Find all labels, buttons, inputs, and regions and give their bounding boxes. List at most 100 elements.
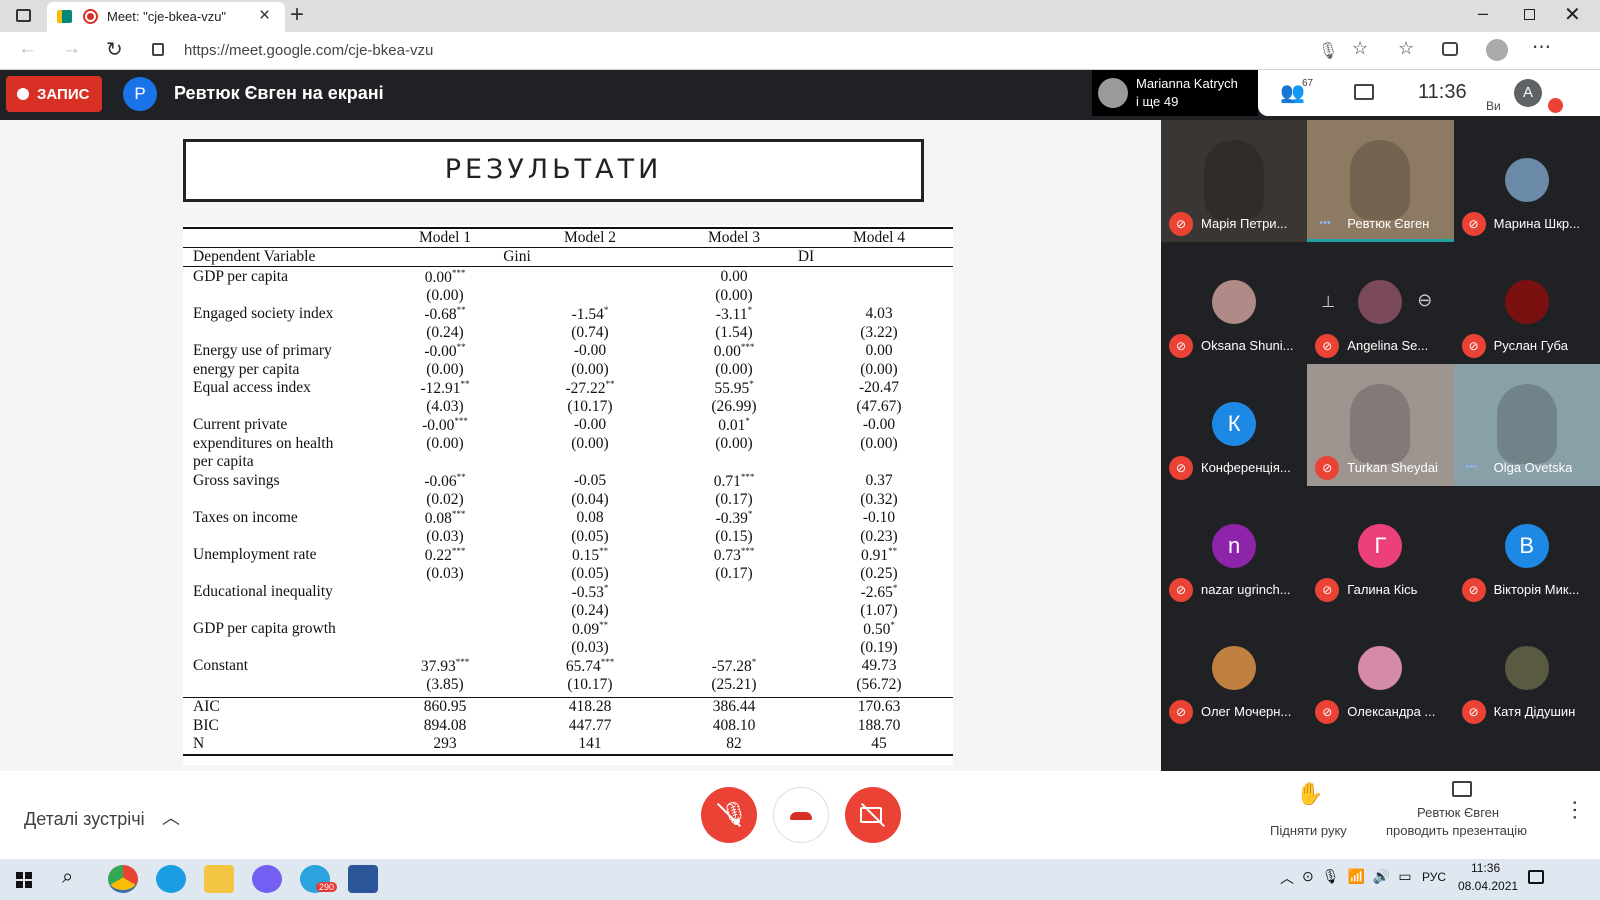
keyboard-language[interactable]: РУС [1422,870,1446,884]
standard-error-cell: (0.24) [571,601,609,619]
url-field[interactable]: https://meet.google.com/cje-bkea-vzu [184,42,433,59]
chrome-icon[interactable] [108,865,138,893]
edge-icon[interactable] [156,865,186,893]
coefficient-cell: 49.73 [861,657,897,674]
participant-tile[interactable]: ⊘ Марина Шкр... [1454,120,1600,242]
meeting-details-button[interactable]: Деталі зустрічі [24,809,145,830]
pinned-name: Marianna Katrych [1136,76,1238,91]
restore-icon[interactable] [1524,9,1535,20]
reload-icon[interactable]: ↻ [106,37,123,62]
participant-tile[interactable]: n ⊘ nazar ugrinch... [1161,486,1307,608]
tray-chevron-icon[interactable]: ︿ [1280,868,1294,888]
close-tab-icon[interactable]: × [259,5,270,27]
participant-tile[interactable]: В ⊘ Вікторія Мик... [1454,486,1600,608]
self-avatar[interactable]: A [1514,79,1542,107]
slide-title: РЕЗУЛЬТАТИ [444,154,663,185]
stat-cell: 82 [726,735,742,753]
standard-error-cell: (26.99) [711,397,757,415]
back-icon[interactable]: ← [18,38,37,60]
camera-toggle-button[interactable] [845,787,901,843]
mic-toggle-button[interactable]: 🎙 [701,787,757,843]
clock-date[interactable]: 08.04.2021 [1458,879,1518,893]
participant-photo [1212,646,1257,690]
explorer-icon[interactable] [204,865,234,893]
pinned-participant[interactable]: Marianna Katrych і ще 49 [1092,70,1258,116]
coefficient-cell: 0.71*** [713,472,755,491]
standard-error-cell: (0.00) [426,434,464,452]
profile-icon[interactable] [1486,39,1508,61]
row-label: Equal access index [193,379,311,396]
presentation-button[interactable]: Ревтюк Євген проводить презентацію [1380,771,1550,859]
record-button[interactable]: ЗАПИС [6,76,102,112]
chevron-up-icon[interactable]: ︿ [162,804,180,830]
mic-permission-icon[interactable]: 🎙 [1318,41,1338,61]
coefficient-cell: -0.00*** [422,416,468,435]
coefficient-cell: 0.91** [860,546,898,565]
row-label: per capita [193,453,254,471]
participant-tile[interactable]: ••• Olga Ovetska [1453,364,1600,486]
raise-hand-button[interactable]: ✋ Підняти руку [1254,771,1364,859]
browser-tab[interactable]: Meet: "cje-bkea-vzu" × [47,2,285,32]
mic-off-icon: ⊘ [1315,334,1340,358]
new-tab-icon[interactable]: + [290,1,304,29]
participant-name: Катя Дідушин [1493,704,1576,719]
remove-icon[interactable]: ⊖ [1417,290,1432,311]
standard-error-cell: (0.25) [860,564,898,582]
lock-icon[interactable] [152,43,164,56]
table-bottom-rule [183,754,953,756]
coefficient-cell: 0.37 [865,472,893,489]
row-label: Constant [193,657,249,674]
telegram-badge: 290 [316,882,338,892]
coefficient-cell: 0.22*** [424,546,466,565]
standard-error-cell: (0.03) [426,564,464,582]
add-favorite-icon[interactable]: ☆ [1352,38,1368,59]
search-icon[interactable]: ⌕ [62,866,73,889]
tab-actions-icon[interactable] [16,9,31,22]
more-options-icon[interactable]: ⋯ [1562,799,1588,821]
leave-call-button[interactable] [773,787,829,843]
participant-name: nazar ugrinch... [1201,582,1291,597]
participant-tile[interactable]: ⊘ Олег Мочерн... [1161,608,1307,730]
participant-tile[interactable]: ⊘ Олександра ... [1307,608,1453,730]
participant-tile[interactable]: К ⊘ Конференція... [1161,364,1307,486]
participant-tile[interactable]: ⊘ Руслан Губа [1454,242,1600,364]
minimize-icon[interactable]: – [1478,3,1488,24]
word-icon[interactable] [348,865,378,893]
mic-off-icon: ⊘ [1169,334,1193,358]
standard-error-cell: (0.00) [715,360,753,378]
mic-off-icon: ⊘ [1169,456,1193,480]
participant-tile[interactable]: Г ⊘ Галина Кісь [1307,486,1453,608]
stat-label: BIC [193,716,219,734]
clock-time[interactable]: 11:36 [1471,861,1500,875]
chat-icon[interactable] [1354,84,1374,100]
viber-icon[interactable] [252,865,282,893]
collections-icon[interactable] [1442,42,1458,56]
notifications-icon[interactable] [1528,870,1544,884]
participant-video [1496,384,1557,464]
tab-title: Meet: "cje-bkea-vzu" [107,9,227,24]
start-icon[interactable] [16,872,32,888]
coefficient-cell: 37.93*** [420,657,470,676]
pin-icon[interactable]: ⊥ [1321,292,1335,312]
favorites-icon[interactable]: ☆ [1398,38,1414,59]
more-icon[interactable]: ⋯ [1532,36,1551,59]
mic-off-icon: ⊘ [1315,578,1340,602]
participant-tile[interactable]: ⊘ Turkan Sheydai [1307,364,1454,486]
coefficient-cell: -0.68** [424,305,466,324]
stat-cell: 293 [433,735,457,753]
participant-name: Марина Шкр... [1493,216,1580,231]
coefficient-cell: 65.74*** [565,657,615,676]
participant-tile[interactable]: ••• Ревтюк Євген [1307,120,1454,242]
participant-tile[interactable]: ⊘ Катя Дідушин [1454,608,1600,730]
coefficient-cell: 55.95* [714,379,754,398]
participant-name: Angelina Se... [1347,338,1429,353]
participant-tile[interactable]: ⊘ Марія Петри... [1161,120,1308,242]
forward-icon[interactable]: → [62,38,81,60]
mic-off-icon: ⊘ [1315,700,1340,724]
tray-icons[interactable]: ⊙🎙📶🔊▭ [1302,868,1420,885]
participant-initial-avatar: Г [1358,524,1403,568]
close-window-icon[interactable]: ✕ [1564,2,1581,27]
participant-tile[interactable]: ⊘ Oksana Shuni... [1161,242,1307,364]
coefficient-cell: -0.00 [573,416,607,433]
participant-tile[interactable]: ⊥ ⊖ ⊘ Angelina Se... [1307,242,1453,364]
